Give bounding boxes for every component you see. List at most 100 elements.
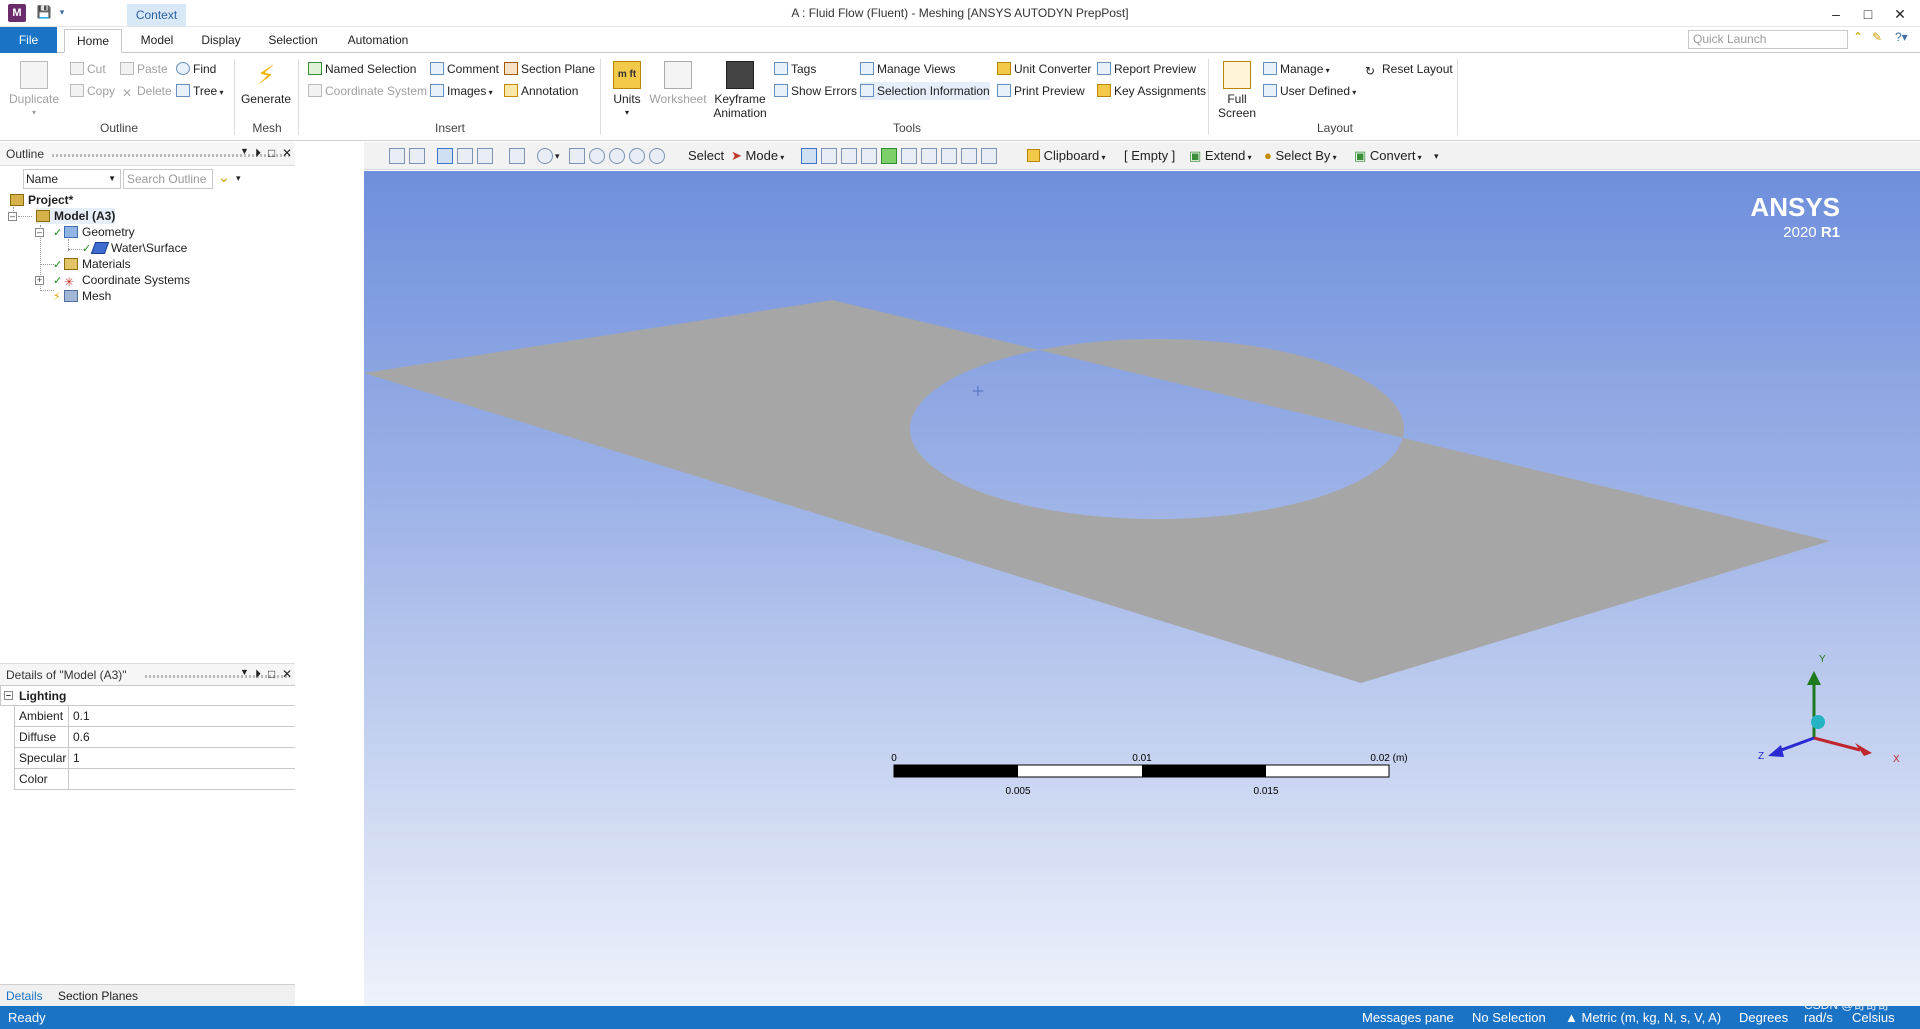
collapse-icon[interactable]: – — [4, 691, 13, 700]
maximize-pane-icon[interactable]: □ — [268, 146, 275, 160]
tree-node-project[interactable]: Project* — [10, 192, 73, 208]
tab-automation[interactable]: Automation — [338, 29, 418, 53]
rotate-dropdown-icon[interactable]: ▾ — [555, 147, 560, 165]
mode-dropdown[interactable]: ➤ Mode ▾ — [731, 147, 784, 165]
print-preview-button[interactable]: Print Preview — [997, 82, 1085, 100]
rotate-icon[interactable] — [537, 148, 553, 164]
box-zoom-icon[interactable] — [609, 148, 625, 164]
comment-button[interactable]: Comment — [430, 60, 499, 78]
feedback-icon[interactable]: ✎ — [1872, 30, 1882, 44]
wireframe-icon[interactable] — [457, 148, 473, 164]
tab-selection[interactable]: Selection — [262, 29, 324, 53]
extend-dropdown[interactable]: ▣ Extend ▾ — [1189, 147, 1252, 165]
keyframe-animation-button[interactable]: Keyframe Animation — [708, 61, 772, 120]
tab-file[interactable]: File — [0, 27, 57, 53]
annotation-button[interactable]: Annotation — [504, 82, 578, 100]
convert-dropdown[interactable]: ▣ Convert ▾ — [1354, 147, 1422, 165]
angle-unit-button[interactable]: Degrees — [1739, 1010, 1788, 1025]
maximize-pane-icon[interactable]: □ — [268, 667, 275, 681]
search-outline-input[interactable]: Search Outline — [123, 169, 213, 189]
close-pane-icon[interactable]: ✕ — [282, 146, 292, 160]
tree-node-coordinate-systems[interactable]: ✳ Coordinate Systems — [64, 272, 190, 288]
unit-converter-button[interactable]: Unit Converter — [997, 60, 1091, 78]
named-selection-button[interactable]: Named Selection — [308, 60, 416, 78]
coordinate-pick-icon[interactable] — [961, 148, 977, 164]
key-assignments-button[interactable]: Key Assignments — [1097, 82, 1206, 100]
reset-layout-button[interactable]: ↻ Reset Layout — [1365, 60, 1453, 78]
copy-button[interactable]: Copy — [70, 82, 115, 100]
search-dropdown-icon[interactable]: ▾ — [236, 173, 241, 184]
diffuse-value[interactable]: 0.6 — [73, 730, 90, 744]
zoom-to-fit-icon[interactable] — [629, 148, 645, 164]
zoom-out-icon[interactable] — [409, 148, 425, 164]
search-options-icon[interactable]: ⌄ — [218, 169, 230, 186]
collapse-ribbon-icon[interactable]: ⌃ — [1853, 30, 1863, 44]
select-element-face-icon[interactable] — [921, 148, 937, 164]
collapse-icon[interactable]: – — [35, 228, 44, 237]
manage-button[interactable]: Manage ▾ — [1263, 60, 1330, 78]
zoom-in-icon[interactable] — [389, 148, 405, 164]
select-by-dropdown[interactable]: ● Select By ▾ — [1264, 147, 1337, 165]
messages-pane-button[interactable]: Messages pane — [1362, 1010, 1454, 1025]
minimize-button[interactable]: – — [1818, 3, 1854, 25]
pane-menu-icon[interactable]: ▼ — [240, 667, 249, 677]
select-body-icon[interactable] — [861, 148, 877, 164]
worksheet-button[interactable]: Worksheet — [648, 61, 708, 106]
shaded-icon[interactable] — [437, 148, 453, 164]
tree-node-mesh[interactable]: Mesh — [64, 288, 111, 304]
expand-icon[interactable]: + — [35, 276, 44, 285]
close-button[interactable]: ✕ — [1882, 3, 1918, 25]
select-vertex-icon[interactable] — [801, 148, 817, 164]
graphics-viewport[interactable]: ANSYS 2020 R1 0 0.01 0.02 (m) 0.005 0.01… — [364, 171, 1920, 1006]
pin-icon[interactable]: ⏵ — [255, 146, 261, 161]
generate-button[interactable]: ⚡ Generate — [240, 61, 292, 106]
section-plane-button[interactable]: Section Plane — [504, 60, 595, 78]
tree-node-water-surface[interactable]: Water\Surface — [90, 240, 187, 256]
find-button[interactable]: Find — [176, 60, 216, 78]
tree-node-geometry[interactable]: Geometry — [64, 224, 135, 240]
quick-launch-input[interactable]: Quick Launch — [1688, 30, 1848, 49]
tree-node-model[interactable]: Model (A3) — [36, 208, 116, 224]
ambient-value[interactable]: 0.1 — [73, 709, 90, 723]
clipboard-dropdown[interactable]: Clipboard ▾ — [1027, 147, 1106, 165]
tree-button[interactable]: Tree ▾ — [176, 82, 223, 100]
magnifier-icon[interactable] — [649, 148, 665, 164]
select-element-icon[interactable] — [941, 148, 957, 164]
full-screen-button[interactable]: Full Screen — [1212, 61, 1262, 120]
pane-splitter[interactable] — [295, 142, 364, 1006]
collapse-icon[interactable]: – — [8, 212, 17, 221]
maximize-button[interactable]: □ — [1850, 3, 1886, 25]
duplicate-button[interactable]: Duplicate ▾ — [8, 61, 60, 120]
pan-icon[interactable] — [569, 148, 585, 164]
show-errors-button[interactable]: Show Errors — [774, 82, 857, 100]
tab-display[interactable]: Display — [193, 29, 249, 53]
manage-views-button[interactable]: Manage Views — [860, 60, 956, 78]
selection-information-button[interactable]: Selection Information — [860, 82, 990, 100]
tags-button[interactable]: Tags — [774, 60, 816, 78]
close-pane-icon[interactable]: ✕ — [282, 667, 292, 681]
tab-model[interactable]: Model — [132, 29, 182, 53]
images-button[interactable]: Images ▾ — [430, 82, 493, 100]
select-green-icon[interactable] — [881, 148, 897, 164]
select-node-icon[interactable] — [901, 148, 917, 164]
pane-menu-icon[interactable]: ▼ — [240, 146, 249, 156]
select-face-icon[interactable] — [841, 148, 857, 164]
pin-icon[interactable]: ⏵ — [255, 667, 261, 682]
coordinate-system-button[interactable]: Coordinate System — [308, 82, 427, 100]
triad-toggle-icon[interactable] — [509, 148, 525, 164]
delete-button[interactable]: ✕ Delete — [120, 82, 172, 100]
cut-button[interactable]: Cut — [70, 60, 106, 78]
tab-home[interactable]: Home — [64, 29, 122, 53]
zoom-icon[interactable] — [589, 148, 605, 164]
display-style-icon[interactable] — [477, 148, 493, 164]
toolbar-overflow-icon[interactable]: ▾ — [1434, 147, 1439, 165]
units-button[interactable]: m ft Units ▾ — [604, 61, 650, 120]
tab-section-planes[interactable]: Section Planes — [58, 989, 138, 1003]
tab-details[interactable]: Details — [6, 989, 43, 1003]
specular-value[interactable]: 1 — [73, 751, 80, 765]
paste-button[interactable]: Paste — [120, 60, 168, 78]
unit-system-button[interactable]: ▲ Metric (m, kg, N, s, V, A) — [1565, 1010, 1721, 1025]
user-defined-button[interactable]: User Defined ▾ — [1263, 82, 1356, 100]
select-edge-icon[interactable] — [821, 148, 837, 164]
filter-type-select[interactable]: Name ▼ — [23, 169, 121, 189]
